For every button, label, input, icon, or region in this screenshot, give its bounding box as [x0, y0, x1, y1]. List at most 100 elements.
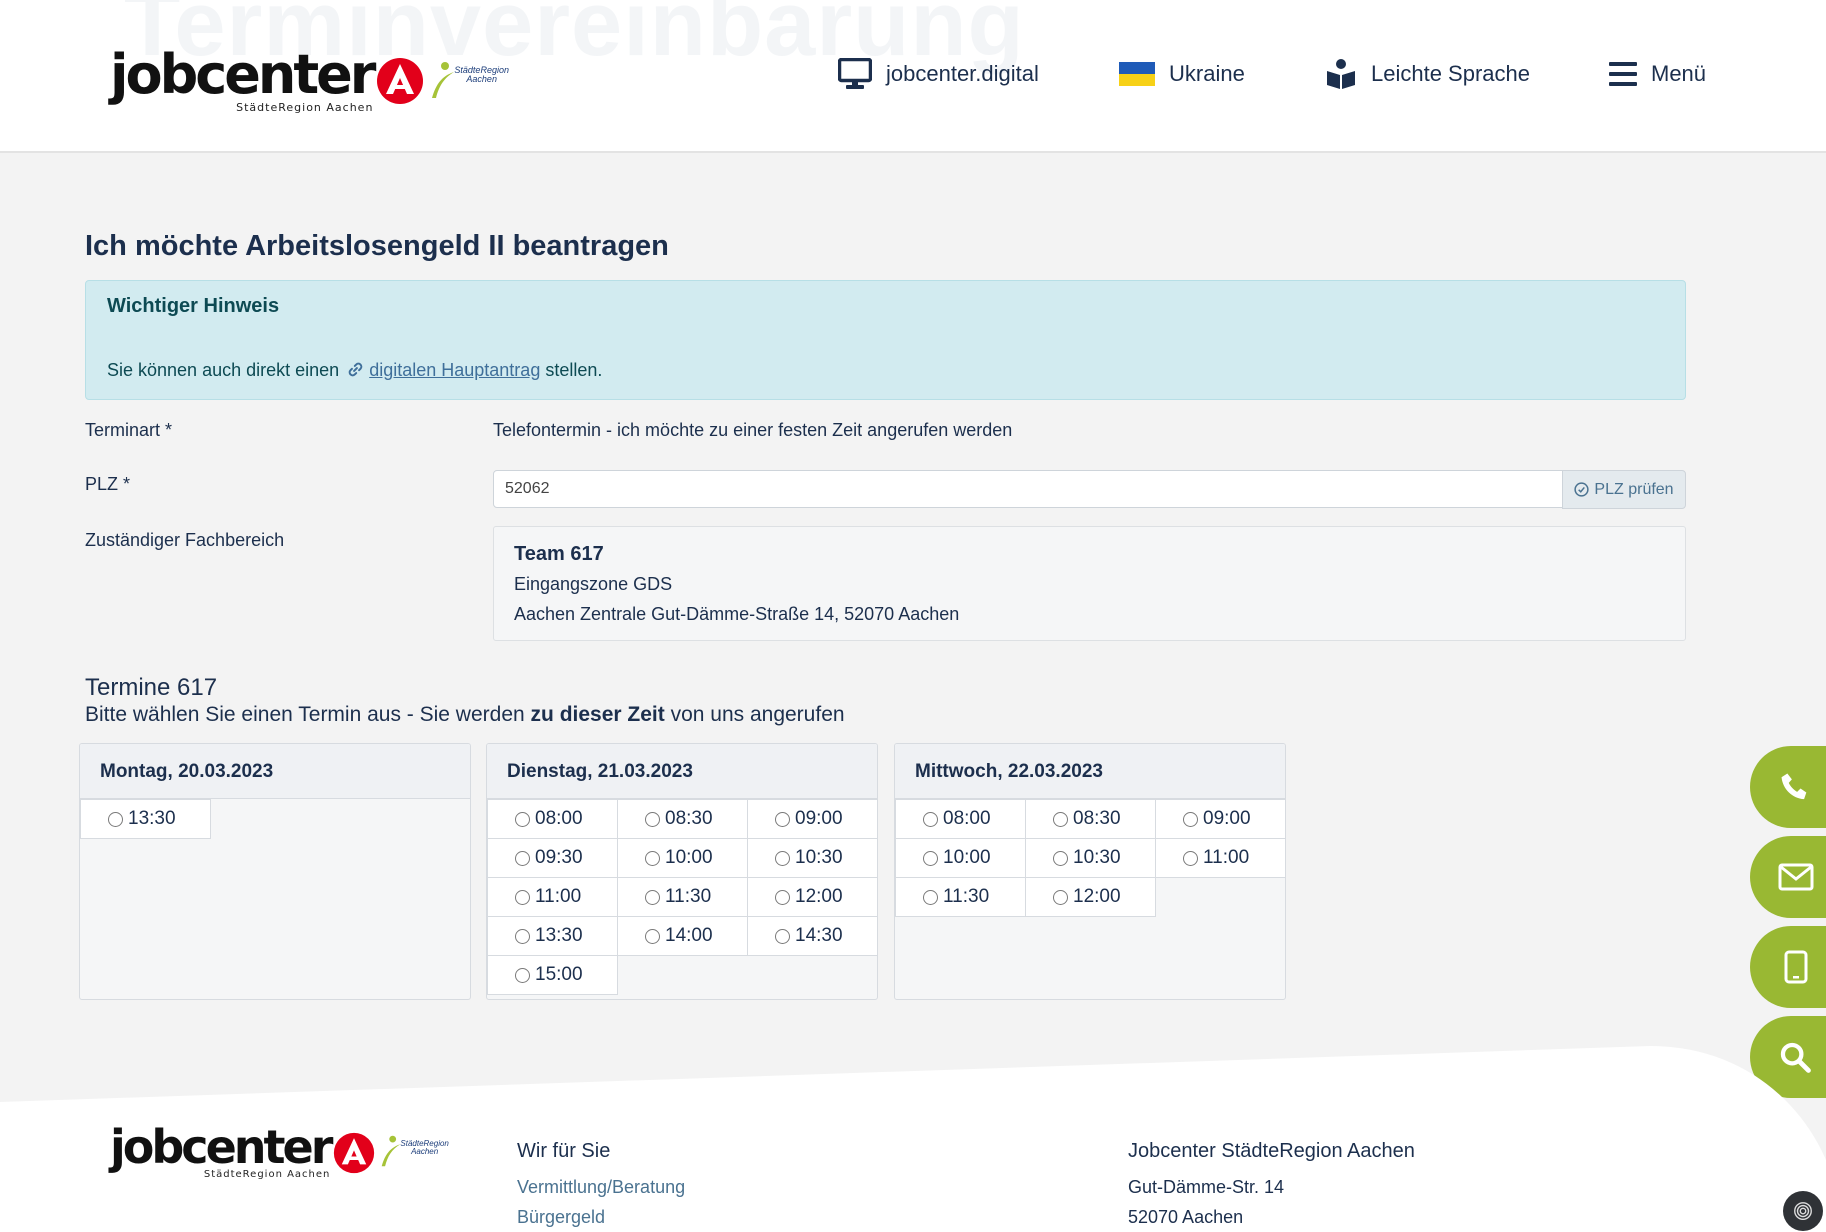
nav-leichte-sprache[interactable]: Leichte Sprache [1325, 52, 1530, 96]
time-slot-label: 10:00 [943, 847, 991, 868]
jobcenter-logo[interactable]: jobcenter StädteRegion Aachen StädteRegi… [110, 48, 509, 115]
radio-button[interactable] [515, 889, 530, 905]
footer-logo-city-line2: Aachen [411, 1147, 439, 1157]
radio-button[interactable] [645, 811, 660, 827]
time-slot-label: 11:00 [535, 886, 582, 907]
team-info-box: Team 617 Eingangszone GDS Aachen Zentral… [493, 526, 1686, 641]
time-slot-label: 10:00 [665, 847, 713, 868]
digital-application-link[interactable]: digitalen Hauptantrag [369, 360, 540, 380]
logo-subtitle: StädteRegion Aachen [236, 101, 374, 114]
radio-button[interactable] [645, 850, 660, 866]
link-icon [348, 362, 363, 377]
time-slot-label: 14:00 [665, 925, 713, 946]
time-slot[interactable]: 14:00 [617, 916, 748, 956]
time-slot[interactable]: 13:30 [80, 799, 211, 839]
day-header: Mittwoch, 22.03.2023 [895, 744, 1285, 799]
time-slot[interactable]: 08:30 [1025, 799, 1156, 839]
footer-services-title: Wir für Sie [517, 1140, 611, 1162]
radio-button[interactable] [1053, 889, 1068, 905]
nav-jobcenter-digital[interactable]: jobcenter.digital [838, 52, 1039, 96]
radio-button[interactable] [775, 928, 790, 944]
monitor-icon [838, 58, 872, 90]
notice-text-before: Sie können auch direkt einen [107, 360, 340, 380]
terminart-label: Terminart * [85, 420, 173, 440]
nav-label-ukraine: Ukraine [1169, 61, 1245, 86]
nav-ukraine[interactable]: Ukraine [1119, 52, 1245, 96]
mobile-button[interactable] [1750, 926, 1826, 1008]
time-slot[interactable]: 14:30 [747, 916, 877, 956]
footer-link-vermittlung[interactable]: Vermittlung/Beratung [517, 1177, 685, 1198]
fingerprint-icon [1794, 1202, 1812, 1220]
radio-button[interactable] [515, 928, 530, 944]
time-slot[interactable]: 10:00 [895, 838, 1026, 878]
time-slot[interactable]: 11:00 [1155, 838, 1285, 878]
phone-button[interactable] [1750, 746, 1826, 828]
footer-jobcenter-logo[interactable]: jobcenter StädteRegion Aachen StädteRegi… [110, 1124, 449, 1180]
mail-button[interactable] [1750, 836, 1826, 918]
radio-button[interactable] [1053, 811, 1068, 827]
time-slot[interactable]: 11:00 [487, 877, 618, 917]
menu-button[interactable]: Menü [1609, 52, 1706, 96]
radio-button[interactable] [775, 889, 790, 905]
plz-input[interactable] [493, 470, 1563, 508]
arbeitsagentur-a-icon [377, 58, 424, 104]
appointments-title: Termine 617 [85, 674, 218, 701]
radio-button[interactable] [923, 850, 938, 866]
radio-button[interactable] [108, 811, 123, 827]
radio-button[interactable] [515, 850, 530, 866]
radio-button[interactable] [1183, 850, 1198, 866]
notice-text-after: stellen. [545, 360, 603, 380]
radio-button[interactable] [923, 811, 938, 827]
slot-grid: 08:00 08:30 09:00 09:30 10:00 10:30 11:00 11:30… [487, 799, 877, 995]
time-slot-label: 14:30 [795, 925, 843, 946]
page-title: Ich möchte Arbeitslosengeld II beantrage… [85, 230, 669, 262]
time-slot[interactable]: 12:00 [1025, 877, 1156, 917]
time-slot-label: 09:00 [1203, 808, 1251, 829]
radio-button[interactable] [515, 967, 530, 983]
time-slot-label: 10:30 [795, 847, 843, 868]
fachbereich-label: Zuständiger Fachbereich [85, 530, 285, 550]
plz-check-button[interactable]: PLZ prüfen [1562, 470, 1686, 509]
time-slot[interactable]: 08:30 [617, 799, 748, 839]
time-slot[interactable]: 08:00 [895, 799, 1026, 839]
radio-button[interactable] [645, 889, 660, 905]
time-slot-label: 08:30 [665, 808, 713, 829]
time-slot[interactable]: 13:30 [487, 916, 618, 956]
time-slot-label: 11:00 [1203, 847, 1250, 868]
fingerprint-button[interactable] [1783, 1191, 1823, 1231]
radio-button[interactable] [645, 928, 660, 944]
time-slot-label: 10:30 [1073, 847, 1121, 868]
menu-label: Menü [1651, 61, 1707, 86]
logo-city-line2: Aachen [466, 74, 497, 85]
time-slot-label: 15:00 [535, 964, 583, 985]
footer-logo-wordmark: jobcenter [110, 1120, 333, 1174]
time-slot[interactable]: 10:00 [617, 838, 748, 878]
slot-grid: 08:00 08:30 09:00 10:00 10:30 11:00 11:30 12:00 [895, 799, 1285, 917]
time-slot[interactable]: 15:00 [487, 955, 618, 995]
footer-address-city: 52070 Aachen [1128, 1207, 1244, 1227]
mail-icon [1778, 863, 1814, 891]
radio-button[interactable] [1183, 811, 1198, 827]
radio-button[interactable] [515, 811, 530, 827]
time-slot[interactable]: 11:30 [617, 877, 748, 917]
time-slot[interactable]: 11:30 [895, 877, 1026, 917]
radio-button[interactable] [775, 850, 790, 866]
time-slot[interactable]: 09:00 [747, 799, 877, 839]
time-slot[interactable]: 09:30 [487, 838, 618, 878]
day-card: Mittwoch, 22.03.2023 08:00 08:30 09:00 10:0… [894, 743, 1286, 1000]
time-slot-label: 12:00 [1073, 886, 1121, 907]
nav-label-jobcenter-digital: jobcenter.digital [886, 61, 1039, 86]
staedteregion-swoosh-icon [432, 62, 455, 98]
time-slot[interactable]: 12:00 [747, 877, 877, 917]
time-slot[interactable]: 08:00 [487, 799, 618, 839]
radio-button[interactable] [1053, 850, 1068, 866]
instruction-before: Bitte wählen Sie einen Termin aus - Sie … [85, 703, 525, 726]
time-slot-label: 09:30 [535, 847, 583, 868]
hamburger-menu-icon [1609, 61, 1637, 87]
radio-button[interactable] [923, 889, 938, 905]
time-slot[interactable]: 10:30 [1025, 838, 1156, 878]
time-slot[interactable]: 09:00 [1155, 799, 1285, 839]
radio-button[interactable] [775, 811, 790, 827]
footer-link-buergergeld[interactable]: Bürgergeld [517, 1207, 605, 1228]
time-slot[interactable]: 10:30 [747, 838, 877, 878]
